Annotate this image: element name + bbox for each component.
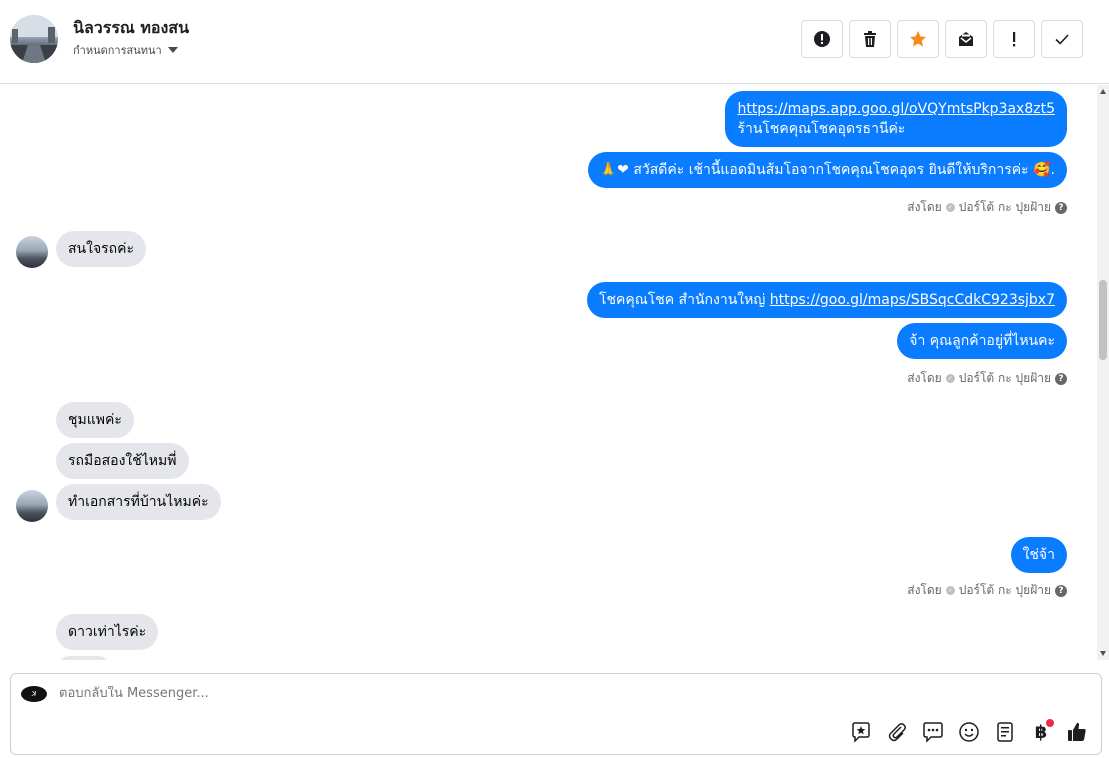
reply-composer: ꓘ ฿ bbox=[10, 673, 1102, 755]
map-link[interactable]: https://goo.gl/maps/SBSqcCdkC923sjbx7 bbox=[770, 292, 1055, 308]
help-icon[interactable]: ? bbox=[1055, 584, 1067, 597]
contact-avatar-small[interactable] bbox=[16, 490, 48, 522]
like-icon bbox=[1068, 722, 1086, 741]
incoming-message[interactable]: ทำเอกสารที่บ้านไหมค่ะ bbox=[56, 484, 221, 520]
conversation-status-label: กำหนดการสนทนา bbox=[73, 44, 162, 57]
verified-icon: ✓ bbox=[945, 586, 955, 595]
spam-icon bbox=[814, 31, 830, 47]
check-icon bbox=[1055, 34, 1069, 45]
sticker-button[interactable] bbox=[849, 720, 873, 744]
sender-name: ปอร์โต้ กะ ปุยฝ้าย bbox=[958, 200, 1051, 214]
attach-button[interactable] bbox=[885, 720, 909, 744]
contact-name: นิลวรรณ ทองสน bbox=[73, 18, 189, 37]
outgoing-message[interactable]: https://maps.app.goo.gl/oVQYmtsPkp3ax8zt… bbox=[725, 91, 1067, 147]
message-text: ร้านโชคคุณโชคอุดรธานีค่ะ bbox=[737, 121, 906, 137]
verified-icon: ✓ bbox=[945, 203, 955, 212]
outgoing-message[interactable]: 🙏❤ สวัสดีค่ะ เช้านี้แอดมินส้มโอจากโชคคุณ… bbox=[587, 152, 1067, 188]
sent-by-prefix: ส่งโดย bbox=[907, 200, 942, 214]
incoming-message[interactable]: ดาวเท่าไรค่ะ bbox=[56, 614, 159, 650]
notes-icon bbox=[997, 722, 1013, 742]
attach-icon bbox=[888, 723, 906, 742]
incoming-message[interactable]: สนใจรถค่ะ bbox=[56, 231, 147, 267]
mark-spam-button[interactable] bbox=[801, 20, 843, 58]
help-icon[interactable]: ? bbox=[1055, 201, 1067, 214]
notification-dot bbox=[1046, 719, 1054, 727]
scroll-down-arrow-icon[interactable] bbox=[1100, 651, 1106, 656]
sent-by-prefix: ส่งโดย bbox=[907, 371, 942, 385]
message-text: สวัสดีค่ะ เช้านี้แอดมินส้มโอจากโชคคุณโชค… bbox=[633, 162, 1029, 178]
sender-name: ปอร์โต้ กะ ปุยฝ้าย bbox=[958, 371, 1051, 385]
notes-button[interactable] bbox=[993, 720, 1017, 744]
emoji-icon bbox=[959, 722, 979, 742]
payment-button[interactable]: ฿ bbox=[1029, 719, 1054, 744]
incoming-message[interactable]: รถมือสองใช้ไหมพี่ bbox=[56, 443, 189, 479]
help-icon[interactable]: ? bbox=[1055, 372, 1067, 385]
message-text: โชคคุณโชค สำนักงานใหญ่ bbox=[598, 292, 770, 308]
sender-name: ปอร์โต้ กะ ปุยฝ้าย bbox=[958, 583, 1051, 597]
sticker-icon bbox=[852, 722, 870, 743]
caret-down-icon bbox=[167, 47, 178, 53]
conversation-header: นิลวรรณ ทองสน กำหนดการสนทนา bbox=[0, 0, 1109, 84]
star-icon bbox=[910, 31, 926, 47]
conversation-status-dropdown[interactable]: กำหนดการสนทนา bbox=[73, 41, 178, 59]
mark-read-button[interactable] bbox=[945, 20, 987, 58]
scrollbar-thumb[interactable] bbox=[1099, 280, 1107, 360]
verified-icon: ✓ bbox=[945, 374, 955, 383]
mark-done-button[interactable] bbox=[1041, 20, 1083, 58]
page-logo-icon: ꓘ bbox=[21, 686, 47, 702]
sent-by-label: ส่งโดย ✓ ปอร์โต้ กะ ปุยฝ้าย ? bbox=[907, 581, 1067, 600]
like-button[interactable] bbox=[1065, 720, 1089, 744]
header-actions bbox=[801, 20, 1083, 58]
follow-up-button[interactable] bbox=[993, 20, 1035, 58]
sent-by-label: ส่งโดย ✓ ปอร์โต้ กะ ปุยฝ้าย ? bbox=[907, 369, 1067, 388]
incoming-message-partial[interactable] bbox=[56, 656, 112, 660]
contact-avatar-small[interactable] bbox=[16, 236, 48, 268]
outgoing-message[interactable]: โชคคุณโชค สำนักงานใหญ่ https://goo.gl/ma… bbox=[586, 282, 1067, 318]
exclamation-icon bbox=[1013, 32, 1016, 47]
trash-icon bbox=[864, 31, 876, 47]
avatar-photo bbox=[10, 15, 58, 63]
emoji-button[interactable] bbox=[957, 720, 981, 744]
composer-toolbar: ฿ bbox=[849, 719, 1089, 744]
contact-avatar[interactable] bbox=[10, 15, 58, 63]
incoming-message[interactable]: ชุมแพค่ะ bbox=[56, 402, 134, 438]
outgoing-message[interactable]: ใช่จ้า bbox=[1010, 537, 1067, 573]
star-button[interactable] bbox=[897, 20, 939, 58]
saved-replies-button[interactable] bbox=[921, 720, 945, 744]
sent-by-prefix: ส่งโดย bbox=[907, 583, 942, 597]
smile-hearts-emoji: 🥰. bbox=[1033, 162, 1055, 178]
map-link[interactable]: https://maps.app.goo.gl/oVQYmtsPkp3ax8zt… bbox=[737, 101, 1055, 117]
mail-read-icon bbox=[959, 32, 973, 46]
outgoing-message[interactable]: จ้า คุณลูกค้าอยู่ที่ไหนคะ bbox=[897, 323, 1067, 359]
message-thread[interactable]: https://maps.app.goo.gl/oVQYmtsPkp3ax8zt… bbox=[0, 85, 1097, 660]
delete-button[interactable] bbox=[849, 20, 891, 58]
thread-scrollbar[interactable] bbox=[1097, 85, 1109, 660]
scroll-up-arrow-icon[interactable] bbox=[1100, 89, 1106, 94]
saved-replies-icon bbox=[923, 722, 943, 743]
sent-by-label: ส่งโดย ✓ ปอร์โต้ กะ ปุยฝ้าย ? bbox=[907, 198, 1067, 217]
reply-input[interactable] bbox=[59, 686, 759, 701]
pray-heart-emoji: 🙏❤ bbox=[599, 162, 629, 178]
